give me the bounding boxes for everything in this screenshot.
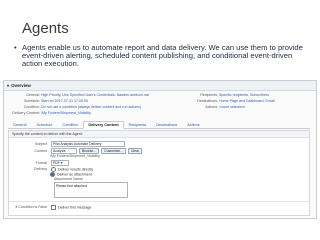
summary-condition: Condition: Do not use a condition (alway…: [8, 105, 141, 109]
summary-value[interactable]: Home Page and Dashboard, Email: [219, 99, 275, 103]
format-value: PDF: [53, 161, 60, 165]
subject-input[interactable]: Pilot Analysis Automate Delivery: [51, 141, 125, 147]
summary-value[interactable]: Start on 2017-07-31 17:00:00: [41, 99, 88, 103]
tab-actions[interactable]: Actions: [182, 121, 204, 128]
summary-value[interactable]: Specific recipients, Subscribers: [219, 93, 269, 97]
customize-button[interactable]: Customize...: [101, 148, 126, 154]
summary-actions: Actions: <none selected>: [192, 105, 246, 109]
summary-schedule: Schedule: Start on 2017-07-31 17:00:00: [8, 99, 88, 103]
format-label: Format: [35, 160, 47, 165]
agent-tabs: General Schedule Condition Delivery Cont…: [8, 121, 310, 129]
agent-editor-screenshot: ▾ Overview General: High Priority, Use S…: [3, 80, 317, 219]
summary-destinations: Destinations: Home Page and Dashboard, E…: [192, 99, 275, 103]
delivery-label: Delivery: [34, 167, 47, 172]
overview-label: Overview: [11, 83, 31, 88]
summary-value[interactable]: Do not use a condition (always deliver c…: [41, 105, 141, 109]
summary-value[interactable]: <none selected>: [219, 105, 246, 109]
chevron-down-icon: ▾: [60, 161, 63, 165]
content-label: Content: [34, 148, 47, 153]
deliver-message-label: Deliver this message: [58, 205, 92, 210]
deliver-message-checkbox[interactable]: [51, 205, 56, 210]
slide-title: Agents: [22, 20, 69, 37]
tab-general[interactable]: General: [8, 121, 32, 128]
panel-header: Specify the content to deliver with the …: [9, 131, 309, 138]
summary-value[interactable]: /My Folders/Shipment_Visibility: [41, 111, 91, 115]
divider: [9, 201, 309, 202]
bullet-point: • Agents enable us to automate report an…: [14, 43, 314, 69]
format-select[interactable]: PDF ▾: [51, 160, 69, 166]
overview-summary: General: High Priority, Use Specified Us…: [4, 91, 316, 121]
summary-value[interactable]: High Priority, Use Specified User's Cred…: [41, 93, 149, 97]
tab-recipients[interactable]: Recipients: [124, 121, 152, 128]
summary-key: General:: [26, 93, 40, 97]
collapse-triangle-icon[interactable]: ▾: [7, 83, 9, 88]
message-textarea[interactable]: Please find attached: [54, 182, 128, 198]
format-row: Format PDF ▾: [23, 160, 69, 166]
tab-destinations[interactable]: Destinations: [151, 121, 182, 128]
if-condition-row: If Condition is False Deliver this messa…: [11, 205, 91, 210]
clear-button[interactable]: Clear: [127, 148, 143, 154]
summary-general: General: High Priority, Use Specified Us…: [8, 93, 149, 97]
tab-delivery-content[interactable]: Delivery Content: [83, 121, 124, 129]
attachment-name-label: Attachment Name: [54, 177, 83, 181]
tab-condition[interactable]: Condition: [57, 121, 83, 128]
summary-key: Delivery Content:: [12, 111, 40, 115]
deliver-attachment-label: Deliver as attachment: [57, 172, 92, 177]
subject-label: Subject: [35, 141, 47, 146]
delivery-content-panel: Specify the content to deliver with the …: [8, 130, 310, 216]
summary-key: Actions:: [205, 105, 218, 109]
overview-header[interactable]: ▾ Overview: [4, 81, 316, 91]
content-path: /My Folders/Shipment_Visibility: [50, 154, 100, 158]
summary-key: Schedule:: [24, 99, 40, 103]
tab-schedule[interactable]: Schedule: [32, 121, 58, 128]
subject-row: Subject Pilot Analysis Automate Delivery: [23, 141, 125, 147]
summary-delivery-content: Delivery Content: /My Folders/Shipment_V…: [8, 111, 91, 115]
summary-key: Condition:: [23, 105, 40, 109]
summary-key: Destinations:: [197, 99, 218, 103]
summary-key: Recipients:: [200, 93, 218, 97]
bullet-dot: •: [14, 43, 17, 52]
summary-recipients: Recipients: Specific recipients, Subscri…: [192, 93, 269, 97]
bullet-text: Agents enable us to automate report and …: [22, 43, 303, 69]
deliver-directly-label: Deliver results directly: [58, 167, 94, 172]
if-condition-label: If Condition is False: [15, 205, 47, 210]
